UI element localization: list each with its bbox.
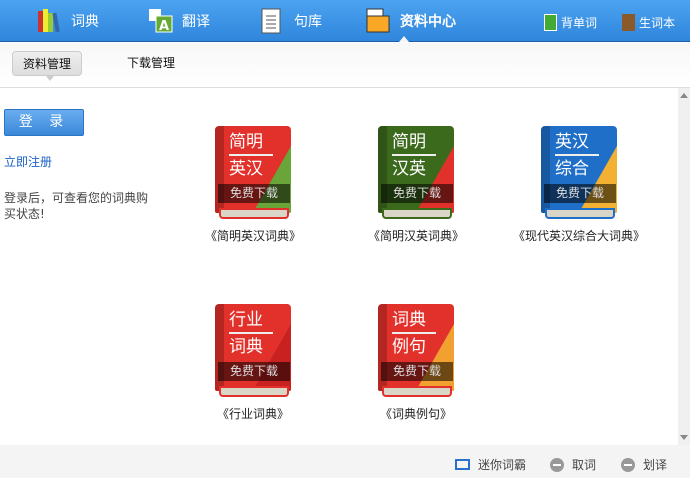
dictionary-book[interactable]: 行业 词典 免费下载 <box>215 304 291 399</box>
label: 背单词 <box>561 16 598 30</box>
book-title: 简明 汉英 <box>392 131 436 180</box>
dictionary-book[interactable]: 词典例句免费下载 <box>378 304 454 399</box>
book-title: 词典 例句 <box>392 309 436 358</box>
title-line: 词典 <box>229 337 263 357</box>
register-link[interactable]: 立即注册 <box>4 153 52 170</box>
free-download-button[interactable]: 免费下载 <box>218 184 290 203</box>
notebook-icon <box>622 14 635 31</box>
book-pages <box>219 386 289 397</box>
sub-tab-bar: 资料管理 下载管理 <box>0 43 690 88</box>
nav-label: 资料中心 <box>400 14 456 30</box>
scrollbar[interactable] <box>678 88 690 445</box>
title-line: 简明 <box>392 131 436 156</box>
wordbook-button[interactable]: 生词本 <box>622 14 675 31</box>
nav-dictionary[interactable]: 词典 <box>37 0 99 42</box>
book-name[interactable]: 《词典例句》 <box>336 405 496 422</box>
book-name[interactable]: 《现代英汉综合大词典》 <box>499 227 659 244</box>
nav-sentences[interactable]: 句库 <box>260 0 322 42</box>
books-icon <box>37 8 63 34</box>
disabled-icon <box>621 457 635 472</box>
active-tab-caret <box>399 36 409 42</box>
nav-label: 词典 <box>71 14 99 30</box>
book-name[interactable]: 《简明汉英词典》 <box>336 227 496 244</box>
vocab-icon <box>544 14 557 31</box>
tab-resource-management[interactable]: 资料管理 <box>12 51 83 81</box>
svg-text:A: A <box>159 19 169 34</box>
dictionary-book[interactable]: 简明汉英免费下载 <box>378 126 454 221</box>
translate-icon: A <box>148 8 174 34</box>
top-nav-bar: 词典 A 翻译 句库 资料中心 背单词 生词本 <box>0 0 690 42</box>
nav-label: 翻译 <box>182 14 210 30</box>
scroll-up-icon[interactable] <box>680 93 688 98</box>
book-pages <box>219 208 289 219</box>
document-icon <box>260 8 286 34</box>
folder-icon <box>366 8 392 34</box>
label: 划译 <box>643 458 668 472</box>
footer-bar: 迷你词霸 取词 划译 <box>0 445 690 478</box>
title-line: 行业 <box>229 309 273 334</box>
book-pages <box>382 386 452 397</box>
nav-resource-center[interactable]: 资料中心 <box>366 0 456 42</box>
title-line: 简明 <box>229 131 273 156</box>
vocab-practice-button[interactable]: 背单词 <box>544 14 597 31</box>
book-title: 行业 词典 <box>229 309 273 358</box>
book-pages <box>382 208 452 219</box>
free-download-button[interactable]: 免费下载 <box>381 362 453 381</box>
label: 生词本 <box>639 16 676 30</box>
title-line: 例句 <box>392 337 426 357</box>
highlight-translate-toggle[interactable]: 划译 <box>621 456 667 473</box>
disabled-icon <box>550 457 564 472</box>
book-name[interactable]: 《行业词典》 <box>173 405 333 422</box>
label: 迷你词霸 <box>478 458 527 472</box>
title-line: 英汉 <box>555 131 599 156</box>
title-line: 汉英 <box>392 159 426 179</box>
free-download-button[interactable]: 免费下载 <box>218 362 290 381</box>
free-download-button[interactable]: 免费下载 <box>381 184 453 203</box>
mini-dictionary-button[interactable]: 迷你词霸 <box>455 456 526 473</box>
free-download-button[interactable]: 免费下载 <box>544 184 616 203</box>
tab-download-management[interactable]: 下载管理 <box>117 51 185 76</box>
word-pick-toggle[interactable]: 取词 <box>550 456 596 473</box>
window-icon <box>455 459 470 470</box>
book-name[interactable]: 《简明英汉词典》 <box>173 227 333 244</box>
login-button[interactable]: 登 录 <box>4 109 84 136</box>
book-title: 简明 英汉 <box>229 131 273 180</box>
dictionary-book[interactable]: 简明 英汉 免费下载 <box>215 126 291 221</box>
title-line: 综合 <box>555 159 589 179</box>
login-tip: 登录后，可查看您的词典购买状态! <box>4 191 149 221</box>
label: 取词 <box>572 458 597 472</box>
title-line: 英汉 <box>229 159 263 179</box>
scroll-down-icon[interactable] <box>680 435 688 440</box>
nav-translate[interactable]: A 翻译 <box>148 0 210 42</box>
title-line: 词典 <box>392 309 436 334</box>
nav-label: 句库 <box>294 14 322 30</box>
dictionary-book[interactable]: 英汉综合免费下载 <box>541 126 617 221</box>
book-pages <box>545 208 615 219</box>
book-title: 英汉 综合 <box>555 131 599 180</box>
